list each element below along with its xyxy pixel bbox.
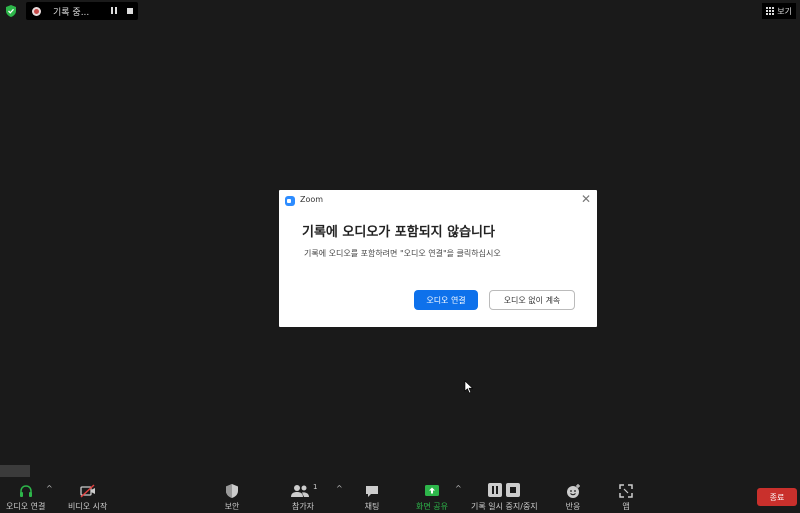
share-screen-icon	[424, 485, 439, 496]
security-button[interactable]: 보안	[224, 483, 240, 512]
no-audio-dialog: Zoom ✕ 기록에 오디오가 포함되지 않습니다 기록에 오디오를 포함하려면…	[279, 190, 597, 327]
start-video-label: 비디오 시작	[68, 502, 108, 511]
start-video-button[interactable]: 비디오 시작	[68, 483, 107, 512]
chat-icon	[366, 486, 378, 497]
dialog-message: 기록에 오디오를 포함하려면 "오디오 연결"을 클릭하십시오	[304, 249, 501, 258]
audio-options-caret[interactable]: ^	[46, 484, 53, 493]
participants-count: 1	[313, 483, 318, 491]
close-icon[interactable]: ✕	[581, 192, 591, 206]
share-screen-label: 화면 공유	[416, 502, 448, 511]
apps-button[interactable]: 앱	[618, 483, 634, 512]
view-label: 보기	[777, 6, 792, 16]
reactions-label: 반응	[565, 502, 581, 511]
apps-label: 앱	[622, 502, 630, 511]
dialog-title: 기록에 오디오가 포함되지 않습니다	[302, 225, 495, 240]
participants-label: 참가자	[291, 502, 315, 511]
video-off-icon	[80, 484, 95, 498]
dialog-app-name: Zoom	[300, 195, 324, 204]
participants-icon	[291, 485, 309, 497]
chat-label: 채팅	[364, 502, 380, 511]
participant-name-tag	[0, 465, 30, 477]
connect-audio-button[interactable]: 오디오 연결	[414, 290, 478, 310]
reactions-button[interactable]: 반응	[565, 483, 581, 512]
join-audio-button[interactable]: 오디오 연결	[6, 483, 45, 512]
pause-icon	[488, 483, 503, 497]
shield-icon[interactable]	[4, 4, 18, 18]
security-shield-icon	[226, 484, 238, 498]
end-meeting-button[interactable]: 종료	[757, 488, 797, 506]
pause-recording-icon[interactable]	[110, 7, 118, 15]
continue-without-audio-button[interactable]: 오디오 없이 계속	[489, 290, 575, 310]
stop-icon	[506, 483, 521, 497]
reaction-smiley-icon	[567, 484, 580, 498]
view-button[interactable]: 보기	[762, 3, 796, 19]
share-screen-button[interactable]: 화면 공유	[416, 483, 448, 512]
stop-recording-icon[interactable]	[127, 8, 133, 14]
participants-options-caret[interactable]: ^	[336, 484, 343, 493]
recording-dot-icon	[32, 6, 41, 16]
recording-controls-button[interactable]: 기록 일시 중지/중지	[471, 483, 538, 512]
apps-icon	[619, 484, 633, 498]
participants-button[interactable]: 1 참가자	[291, 483, 318, 512]
mouse-cursor-icon	[464, 380, 474, 394]
recording-controls-label: 기록 일시 중지/중지	[471, 502, 538, 511]
chat-button[interactable]: 채팅	[364, 483, 380, 512]
share-options-caret[interactable]: ^	[455, 484, 462, 493]
security-label: 보안	[224, 502, 240, 511]
recording-label: 기록 중...	[53, 7, 90, 18]
headphones-icon	[19, 485, 32, 497]
grid-view-icon	[766, 7, 775, 15]
recording-indicator: 기록 중...	[26, 2, 138, 20]
join-audio-label: 오디오 연결	[6, 502, 46, 511]
zoom-logo-icon	[285, 196, 295, 206]
